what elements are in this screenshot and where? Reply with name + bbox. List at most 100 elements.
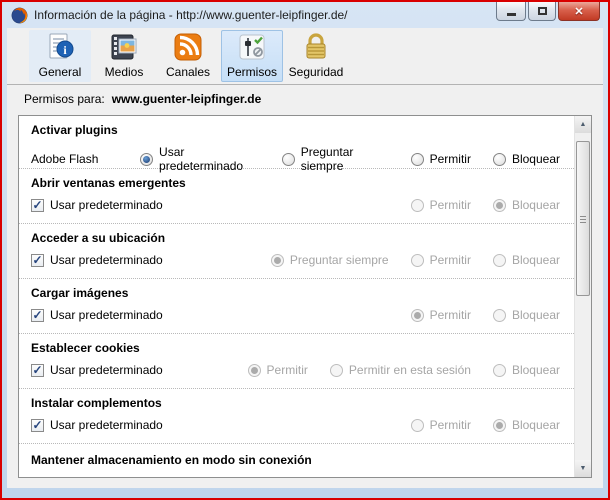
radio-label: Preguntar siempre: [289, 253, 389, 267]
permissions-slider-icon: [239, 34, 265, 60]
checkbox-label: Usar predeterminado: [50, 253, 163, 267]
radio-label: Bloquear: [511, 308, 560, 322]
section-title: Cargar imágenes: [31, 286, 129, 300]
permission-section-mantener-almacenamiento-en-modo-sin-conexion: Mantener almacenamiento en modo sin cone…: [19, 444, 574, 477]
option-bloquear: Bloquear: [492, 363, 560, 377]
tab-permisos-label: Permisos: [226, 65, 277, 79]
general-info-icon: i: [49, 33, 74, 59]
tab-seguridad[interactable]: Seguridad: [285, 30, 347, 82]
radio-permitir-en-esta-sesion: [329, 363, 343, 377]
radio-preguntar-siempre: [270, 253, 284, 267]
section-controls-row: ✓ Usar predeterminado Permitir Bloquear: [31, 418, 560, 432]
close-icon: ✕: [574, 5, 584, 18]
use-default-checkbox-option: ✓ Usar predeterminado: [31, 418, 163, 432]
section-title: Instalar complementos: [31, 396, 162, 410]
tab-permisos[interactable]: Permisos: [221, 30, 283, 82]
radio-permitir: [410, 198, 424, 212]
radio-label: Bloquear: [511, 253, 560, 267]
option-permitir: Permitir: [410, 253, 471, 267]
radio-group: Permitir Permitir en esta sesión Bloquear: [247, 363, 560, 377]
section-controls-row: ✓ Usar predeterminado Permitir Permitir en …: [31, 363, 560, 377]
radio-permitir: [410, 253, 424, 267]
minimize-button[interactable]: [496, 2, 526, 21]
radio-label: Permitir: [429, 308, 471, 322]
plugin-name-label: Adobe Flash: [31, 152, 99, 166]
radio-usar-predeterminado[interactable]: [140, 152, 154, 166]
permissions-for-label: Permisos para:: [24, 91, 105, 106]
option-usar-predeterminado: Usar predeterminado: [140, 145, 260, 173]
section-title: Activar plugins: [31, 123, 118, 137]
permission-section-establecer-cookies: Establecer cookies ✓ Usar predeterminado Pe…: [19, 334, 574, 389]
radio-group: Preguntar siempre Permitir Bloquear: [270, 253, 560, 267]
permissions-for-domain: www.guenter-leipfinger.de: [111, 91, 262, 106]
radio-bloquear[interactable]: [492, 152, 506, 166]
tab-general-label: General: [38, 65, 82, 79]
option-permitir: Permitir: [410, 198, 471, 212]
maximize-button[interactable]: [528, 2, 556, 21]
section-title: Establecer cookies: [31, 341, 140, 355]
radio-label: Bloquear: [511, 152, 560, 166]
option-permitir: Permitir: [410, 418, 471, 432]
window-controls: ✕: [494, 2, 600, 21]
tab-seguridad-label: Seguridad: [288, 65, 344, 79]
close-button[interactable]: ✕: [558, 2, 600, 21]
radio-label: Permitir: [266, 363, 308, 377]
use-default-checkbox-option: ✓ Usar predeterminado: [31, 253, 163, 267]
tab-general[interactable]: i General: [29, 30, 91, 82]
checkbox-label: Usar predeterminado: [50, 198, 163, 212]
permissions-sections: Activar plugins Adobe Flash Usar predeterm…: [19, 116, 574, 477]
radio-permitir[interactable]: [410, 152, 424, 166]
permissions-list-box: Activar plugins Adobe Flash Usar predeterm…: [18, 115, 592, 478]
option-bloquear: Bloquear: [492, 152, 560, 166]
tab-medios[interactable]: Medios: [93, 30, 155, 82]
maximize-icon: [537, 7, 547, 15]
option-bloquear: Bloquear: [492, 253, 560, 267]
permission-section-activar-plugins: Activar plugins Adobe Flash Usar predeterm…: [19, 116, 574, 173]
use-default-checkbox[interactable]: ✓: [31, 308, 44, 322]
scroll-up-button[interactable]: ▲: [575, 116, 591, 133]
vertical-scrollbar[interactable]: ▲ ▼: [574, 116, 591, 477]
section-title: Mantener almacenamiento en modo sin cone…: [31, 453, 312, 467]
radio-group: Usar predeterminado Preguntar siempre Perm…: [140, 145, 560, 173]
section-controls-row: ✓ Usar predeterminado Permitir Bloquear: [31, 308, 560, 322]
option-preguntar-siempre: Preguntar siempre: [281, 145, 389, 173]
tab-medios-label: Medios: [104, 65, 144, 79]
scroll-down-button[interactable]: ▼: [575, 460, 591, 477]
media-filmstrip-icon: [111, 34, 137, 60]
radio-label: Bloquear: [511, 363, 560, 377]
radio-permitir: [410, 418, 424, 432]
rss-feed-icon: [174, 33, 202, 61]
radio-bloquear: [492, 198, 506, 212]
dialog-client-area: i General Medios Canales Permisos Seguri…: [7, 28, 603, 488]
radio-label: Permitir: [429, 198, 471, 212]
option-bloquear: Bloquear: [492, 308, 560, 322]
radio-bloquear: [492, 363, 506, 377]
tab-canales-label: Canales: [165, 65, 211, 79]
option-bloquear: Bloquear: [492, 418, 560, 432]
use-default-checkbox[interactable]: ✓: [31, 253, 44, 267]
radio-group: Permitir Bloquear: [410, 418, 560, 432]
scrollbar-thumb[interactable]: [576, 141, 590, 296]
section-title: Abrir ventanas emergentes: [31, 176, 186, 190]
use-default-checkbox[interactable]: ✓: [31, 198, 44, 212]
radio-label: Permitir en esta sesión: [348, 363, 471, 377]
tab-canales[interactable]: Canales: [157, 30, 219, 82]
option-permitir-en-esta-sesion: Permitir en esta sesión: [329, 363, 471, 377]
titlebar[interactable]: Información de la página - http://www.gu…: [2, 2, 608, 28]
radio-label: Permitir: [429, 418, 471, 432]
screenshot-annotation-border: Información de la página - http://www.gu…: [0, 0, 610, 500]
radio-label: Preguntar siempre: [300, 145, 354, 173]
minimize-icon: [506, 13, 516, 16]
option-permitir: Permitir: [247, 363, 308, 377]
page-info-window: Información de la página - http://www.gu…: [2, 2, 608, 498]
use-default-checkbox[interactable]: ✓: [31, 418, 44, 432]
firefox-icon: [11, 7, 28, 23]
option-permitir: Permitir: [410, 152, 471, 166]
use-default-checkbox[interactable]: ✓: [31, 363, 44, 377]
radio-preguntar-siempre[interactable]: [281, 152, 295, 166]
security-lock-icon: [306, 33, 326, 59]
radio-group: Permitir Bloquear: [410, 198, 560, 212]
scrollbar-track[interactable]: [575, 133, 591, 460]
radio-label: Permitir: [429, 152, 471, 166]
use-default-checkbox-option: ✓ Usar predeterminado: [31, 363, 163, 377]
